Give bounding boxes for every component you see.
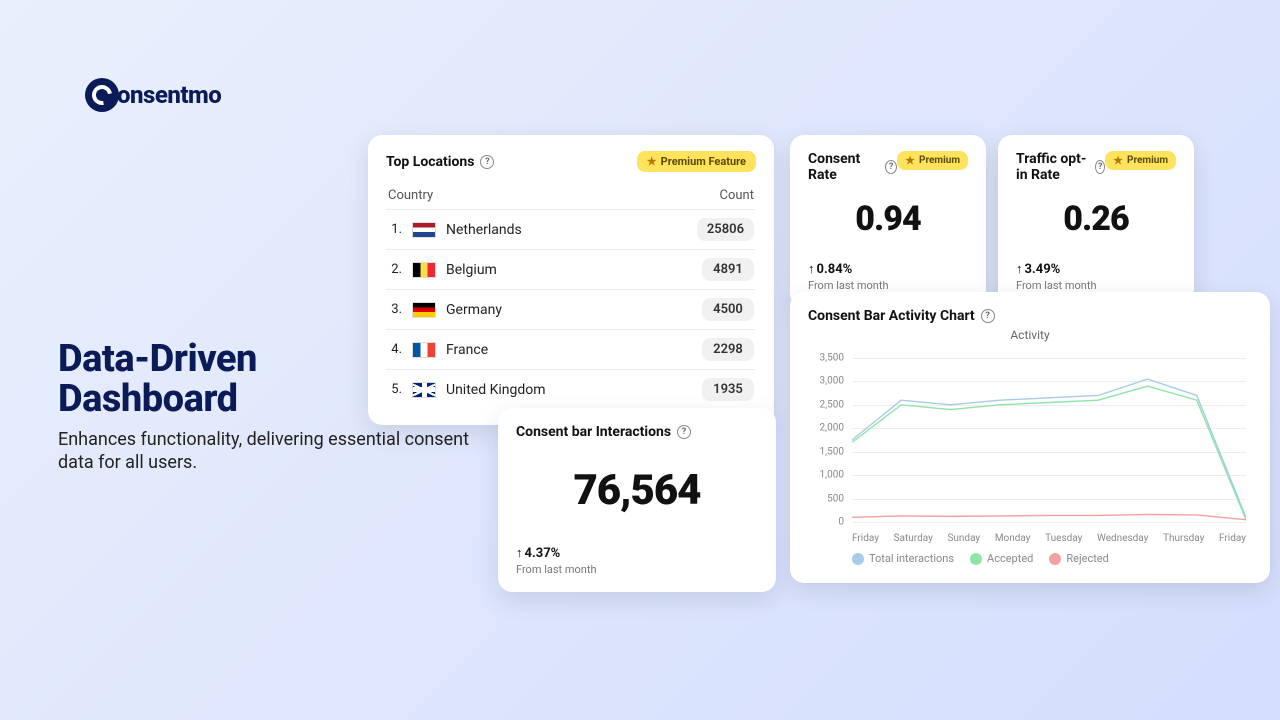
traffic-rate-value: 0.26	[1016, 199, 1176, 239]
interactions-card: Consent bar Interactions ? 76,564 ↑4.37%…	[498, 408, 776, 592]
top-locations-title: Top Locations ?	[386, 154, 494, 170]
country-name: Belgium	[446, 262, 497, 278]
help-icon[interactable]: ?	[981, 309, 995, 323]
rank: 4.	[388, 342, 402, 357]
rank: 5.	[388, 382, 402, 397]
flag-icon	[412, 382, 436, 398]
column-country-header: Country	[388, 188, 433, 203]
x-tick: Friday	[852, 533, 879, 544]
country-name: Germany	[446, 302, 502, 318]
x-tick: Tuesday	[1045, 533, 1082, 544]
help-icon[interactable]: ?	[677, 425, 691, 439]
interactions-delta: ↑4.37%	[516, 545, 758, 561]
flag-icon	[412, 342, 436, 358]
activity-title: Consent Bar Activity Chart	[808, 308, 975, 324]
logo-mark-icon	[85, 78, 119, 112]
consent-rate-delta: ↑0.84%	[808, 261, 968, 277]
from-last-month: From last month	[516, 563, 758, 576]
table-row: 5. United Kingdom 1935	[386, 369, 756, 409]
table-row: 3. Germany 4500	[386, 289, 756, 329]
count-value: 4500	[702, 298, 754, 321]
country-name: France	[446, 342, 488, 358]
chart-legend: Total interactions Accepted Rejected	[808, 552, 1252, 565]
country-name: Netherlands	[446, 222, 522, 238]
line-chart: 05001,0001,5002,0002,5003,0003,500 Frida…	[808, 348, 1252, 548]
flag-icon	[412, 262, 436, 278]
interactions-value: 76,564	[516, 466, 758, 515]
rank: 2.	[388, 262, 402, 277]
arrow-up-icon: ↑	[516, 546, 523, 561]
brand-logo: onsentmo	[85, 78, 221, 112]
activity-chart-card: Consent Bar Activity Chart ? Activity 05…	[790, 292, 1270, 583]
traffic-optin-card: Traffic opt-in Rate ? ★Premium 0.26 ↑3.4…	[998, 135, 1194, 308]
star-icon: ★	[905, 154, 915, 167]
traffic-rate-delta: ↑3.49%	[1016, 261, 1176, 277]
premium-badge[interactable]: ★Premium	[897, 151, 968, 170]
premium-badge[interactable]: ★Premium	[1105, 151, 1176, 170]
country-name: United Kingdom	[446, 382, 546, 398]
flag-icon	[412, 302, 436, 318]
rank: 1.	[388, 222, 402, 237]
table-row: 2. Belgium 4891	[386, 249, 756, 289]
x-tick: Friday	[1219, 533, 1246, 544]
brand-name: onsentmo	[117, 81, 221, 109]
page-subtitle: Enhances functionality, delivering essen…	[58, 428, 478, 475]
consent-rate-value: 0.94	[808, 199, 968, 239]
flag-icon	[412, 222, 436, 238]
x-tick: Saturday	[894, 533, 933, 544]
consent-rate-card: Consent Rate ? ★Premium 0.94 ↑0.84% From…	[790, 135, 986, 308]
count-value: 4891	[702, 258, 754, 281]
x-tick: Monday	[995, 533, 1031, 544]
chart-subtitle: Activity	[808, 328, 1252, 342]
arrow-up-icon: ↑	[1016, 262, 1023, 277]
count-value: 2298	[702, 338, 754, 361]
x-tick: Thursday	[1163, 533, 1204, 544]
rank: 3.	[388, 302, 402, 317]
star-icon: ★	[647, 155, 657, 168]
premium-badge[interactable]: ★ Premium Feature	[637, 151, 756, 172]
table-row: 4. France 2298	[386, 329, 756, 369]
count-value: 25806	[697, 218, 754, 241]
column-count-header: Count	[720, 188, 754, 203]
help-icon[interactable]: ?	[885, 160, 897, 174]
count-value: 1935	[702, 378, 754, 401]
top-locations-card: Top Locations ? ★ Premium Feature Countr…	[368, 135, 774, 425]
help-icon[interactable]: ?	[1095, 160, 1105, 174]
x-tick: Sunday	[947, 533, 980, 544]
star-icon: ★	[1113, 154, 1123, 167]
help-icon[interactable]: ?	[480, 155, 494, 169]
x-tick: Wednesday	[1097, 533, 1148, 544]
arrow-up-icon: ↑	[808, 262, 815, 277]
from-last-month: From last month	[808, 279, 968, 292]
interactions-title: Consent bar Interactions	[516, 424, 671, 440]
from-last-month: From last month	[1016, 279, 1176, 292]
consent-rate-title: Consent Rate	[808, 151, 879, 183]
table-row: 1. Netherlands 25806	[386, 209, 756, 249]
traffic-rate-title: Traffic opt-in Rate	[1016, 151, 1089, 183]
